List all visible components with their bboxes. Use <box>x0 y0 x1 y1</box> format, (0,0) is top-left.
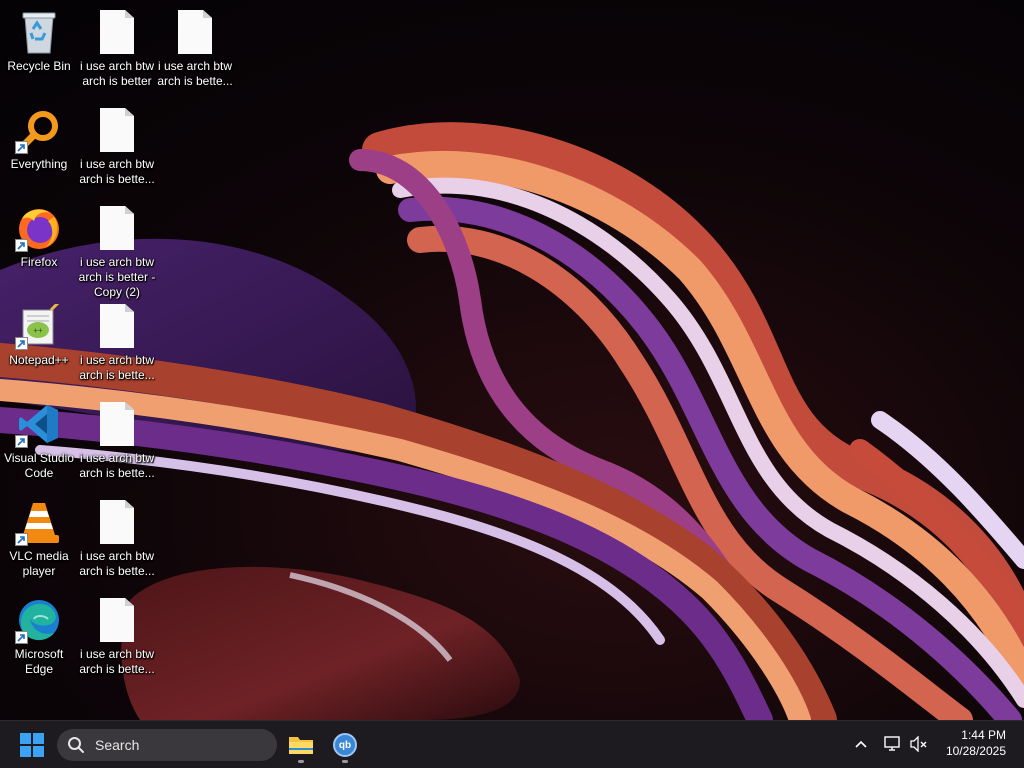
shortcut-arrow-icon <box>15 631 28 644</box>
desktop-icon-notepad-plus-plus[interactable]: ++ Notepad++ <box>1 302 77 368</box>
qbittorrent-icon: qb <box>333 733 357 757</box>
qbittorrent-text: qb <box>338 739 352 751</box>
desktop-icon-label: VLC media player <box>9 549 69 578</box>
taskbar-search-box[interactable]: Search <box>57 729 277 761</box>
firefox-icon <box>15 204 63 252</box>
notepad-plus-plus-icon: ++ <box>15 302 63 350</box>
desktop-icon-text-file[interactable]: i use arch btw arch is bette... <box>79 106 155 187</box>
text-file-icon <box>100 500 134 544</box>
text-file-icon <box>100 598 134 642</box>
taskbar-qbittorrent[interactable]: qb <box>327 725 363 765</box>
desktop-icon-text-file[interactable]: i use arch btw arch is bette... <box>157 8 233 89</box>
desktop-icon-label: Firefox <box>20 255 58 269</box>
shortcut-arrow-icon <box>15 435 28 448</box>
start-button[interactable] <box>14 728 50 762</box>
desktop-icon-label: i use arch btw arch is bette... <box>79 647 155 676</box>
desktop-icon-text-file[interactable]: i use arch btw arch is bette... <box>79 596 155 677</box>
desktop-icon-text-file[interactable]: i use arch btw arch is bette... <box>79 498 155 579</box>
shortcut-arrow-icon <box>15 239 28 252</box>
text-file-icon <box>100 304 134 348</box>
desktop-icon-label: Microsoft Edge <box>14 647 64 676</box>
network-icon <box>884 736 900 751</box>
desktop-icon-text-file[interactable]: i use arch btw arch is bette... <box>79 400 155 481</box>
desktop-icon-text-file[interactable]: i use arch btw arch is better <box>79 8 155 89</box>
vlc-icon <box>15 498 63 546</box>
desktop-icon-label: i use arch btw arch is bette... <box>79 157 155 186</box>
taskbar: Search qb 1:44 PM 10/28/2025 <box>0 720 1024 768</box>
everything-search-icon <box>15 106 63 154</box>
desktop-icon-label: i use arch btw arch is bette... <box>157 59 233 88</box>
shortcut-arrow-icon <box>15 141 28 154</box>
search-icon <box>68 737 84 753</box>
desktop-icon-label: Notepad++ <box>9 353 69 367</box>
svg-text:++: ++ <box>33 326 43 335</box>
clock-time: 1:44 PM <box>961 728 1006 742</box>
windows-logo-icon <box>20 733 44 757</box>
taskbar-file-explorer[interactable] <box>283 725 319 765</box>
desktop-icon-text-file[interactable]: i use arch btw arch is better - Copy (2) <box>79 204 155 300</box>
shortcut-arrow-icon <box>15 337 28 350</box>
desktop-icon-firefox[interactable]: Firefox <box>1 204 77 270</box>
desktop-icon-label: i use arch btw arch is better - Copy (2) <box>78 255 156 299</box>
edge-icon <box>15 596 63 644</box>
text-file-icon <box>100 108 134 152</box>
desktop-icon-vscode[interactable]: Visual Studio Code <box>1 400 77 481</box>
show-hidden-icons-button[interactable] <box>850 733 872 755</box>
text-file-icon <box>100 10 134 54</box>
desktop-icon-edge[interactable]: Microsoft Edge <box>1 596 77 677</box>
text-file-icon <box>100 402 134 446</box>
desktop-icon-label: i use arch btw arch is bette... <box>79 451 155 480</box>
taskbar-clock[interactable]: 1:44 PM 10/28/2025 <box>946 727 1006 759</box>
desktop-icon-everything[interactable]: Everything <box>1 106 77 172</box>
network-status-button[interactable] <box>882 733 904 755</box>
desktop-icon-label: i use arch btw arch is bette... <box>79 549 155 578</box>
desktop-icon-label: Visual Studio Code <box>4 451 74 480</box>
folder-icon <box>289 737 313 754</box>
search-label: Search <box>95 737 140 753</box>
volume-muted-icon <box>910 736 927 752</box>
shortcut-arrow-icon <box>15 533 28 546</box>
recycle-bin-icon <box>15 8 63 56</box>
desktop-icon-label: i use arch btw arch is bette... <box>79 353 155 382</box>
volume-button[interactable] <box>908 733 930 755</box>
vscode-icon <box>15 400 63 448</box>
desktop-icon-recycle-bin[interactable]: Recycle Bin <box>1 8 77 74</box>
desktop-icon-label: Everything <box>10 157 68 171</box>
desktop-icon-label: i use arch btw arch is better <box>79 59 155 88</box>
desktop-icon-vlc[interactable]: VLC media player <box>1 498 77 579</box>
desktop-icon-label: Recycle Bin <box>7 59 71 73</box>
text-file-icon <box>100 206 134 250</box>
chevron-up-icon <box>855 740 867 748</box>
text-file-icon <box>178 10 212 54</box>
clock-date: 10/28/2025 <box>945 744 1006 758</box>
desktop-icon-text-file[interactable]: i use arch btw arch is bette... <box>79 302 155 383</box>
